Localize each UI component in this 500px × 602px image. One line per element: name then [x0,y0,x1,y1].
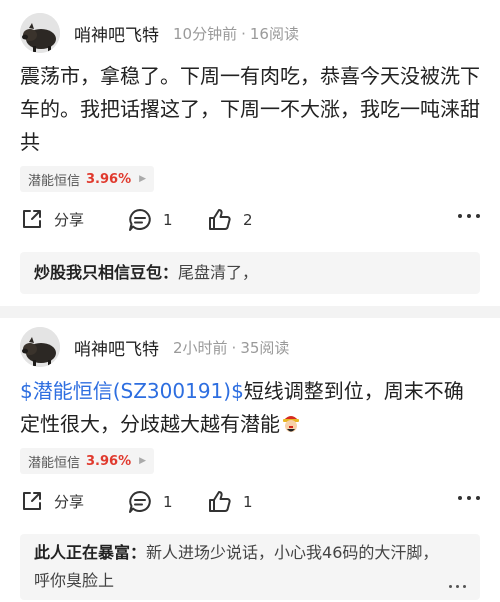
post-header: 哨神吧飞特 10分钟前 · 16阅读 [20,13,299,53]
share-label: 分享 [54,492,85,511]
avatar[interactable] [20,327,60,367]
like-button[interactable]: 1 [207,489,253,515]
share-label: 分享 [54,210,85,229]
stock-tag[interactable]: 潜能恒信 3.96% ▶ [20,448,155,474]
share-icon [23,492,41,510]
stock-change: 3.96% [86,171,132,187]
post-meta: 10分钟前 · 16阅读 [173,24,299,43]
post-card[interactable]: 哨神吧飞特 10分钟前 · 16阅读 震荡市，拿稳了。下周一有肉吃，恭喜今天没被洗下… [0,0,500,306]
comment-count: 1 [163,493,173,511]
stock-name: 潜能恒信 [28,173,81,189]
caret-right-icon: ▶ [139,174,147,184]
post-time: 10分钟前 [173,24,238,43]
reply-preview[interactable]: 炒股我只相信豆包：尾盘清了， [20,252,480,294]
thumbs-up-icon [209,491,231,512]
share-button[interactable]: 分享 [20,207,84,231]
boar-avatar-icon [20,13,60,53]
comment-icon [129,491,151,513]
money-god-emoji [283,416,299,432]
reply-text: 尾盘清了， [178,263,259,282]
post-content[interactable]: $潜能恒信(SZ300191)$短线调整到位，周末不确定性很大，分歧越大越有潜能 [20,375,482,441]
more-dots-icon[interactable] [458,496,480,500]
post-separator [0,306,500,318]
comment-button[interactable]: 1 [127,207,173,233]
boar-avatar-icon [20,327,60,367]
share-icon [23,210,41,228]
comment-icon [129,209,151,231]
stock-change: 3.96% [86,453,132,469]
action-bar: 分享 1 1 [20,489,480,519]
share-button[interactable]: 分享 [20,489,84,513]
action-bar: 分享 1 2 [20,207,480,237]
like-count: 1 [243,493,253,511]
comment-count: 1 [163,211,173,229]
stock-link[interactable]: $潜能恒信(SZ300191)$ [20,379,244,403]
author-name[interactable]: 哨神吧飞特 [74,335,159,360]
more-dots-icon[interactable] [458,214,480,218]
reply-preview[interactable]: 此人正在暴富：新人进场少说话，小心我46码的大汗脚，呼你臭脸上 [20,534,480,600]
thumbs-up-icon [209,209,231,230]
like-count: 2 [243,211,253,229]
read-count: 16阅读 [249,24,299,43]
avatar[interactable] [20,13,60,53]
like-button[interactable]: 2 [207,207,253,233]
author-name[interactable]: 哨神吧飞特 [74,21,159,46]
reply-author[interactable]: 炒股我只相信豆包： [34,263,178,282]
comment-button[interactable]: 1 [127,489,173,515]
stock-tag[interactable]: 潜能恒信 3.96% ▶ [20,166,155,192]
post-content[interactable]: 震荡市，拿稳了。下周一有肉吃，恭喜今天没被洗下车的。我把话撂这了，下周一不大涨，… [20,60,482,159]
post-time: 2小时前 [173,338,228,357]
more-dots-icon[interactable] [449,585,466,588]
stock-name: 潜能恒信 [28,455,81,471]
post-header: 哨神吧飞特 2小时前 · 35阅读 [20,327,289,367]
read-count: 35阅读 [240,338,290,357]
caret-right-icon: ▶ [139,456,147,466]
post-card[interactable]: 哨神吧飞特 2小时前 · 35阅读 $潜能恒信(SZ300191)$短线调整到位，周… [0,318,500,602]
post-meta: 2小时前 · 35阅读 [173,338,290,357]
reply-author[interactable]: 此人正在暴富： [34,543,146,562]
